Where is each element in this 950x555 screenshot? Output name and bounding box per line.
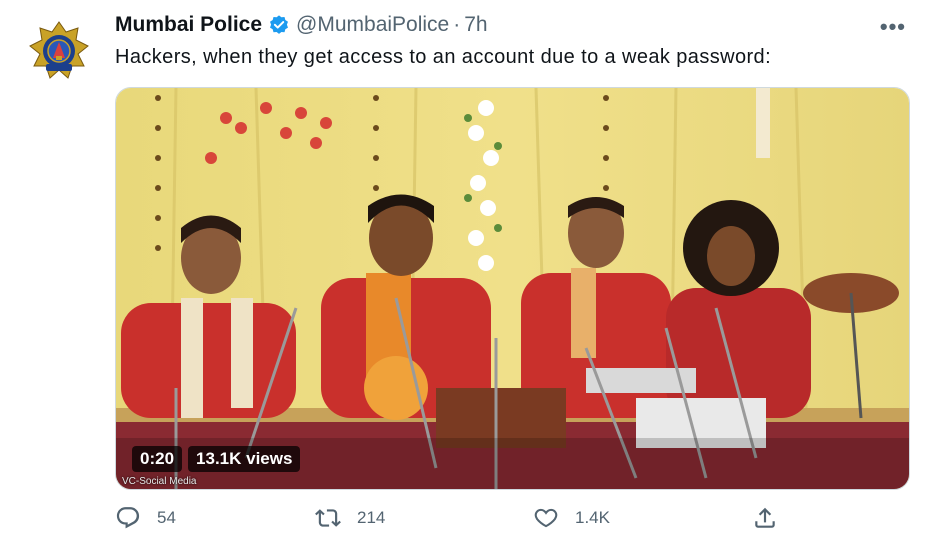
tweet-text: Hackers, when they get access to an acco… bbox=[115, 46, 772, 68]
author-name[interactable]: Mumbai Police bbox=[115, 13, 262, 37]
video-frame bbox=[116, 88, 909, 489]
retweet-icon bbox=[315, 509, 341, 527]
separator-dot: · bbox=[453, 13, 461, 36]
author-handle[interactable]: @MumbaiPolice bbox=[296, 13, 449, 37]
avatar[interactable] bbox=[24, 16, 94, 86]
tweet-header: Mumbai Police @MumbaiPolice · 7h bbox=[115, 13, 488, 37]
video-duration: 0:20 bbox=[132, 446, 183, 472]
police-emblem-icon bbox=[29, 21, 89, 79]
like-button[interactable]: 1.4K bbox=[533, 505, 610, 531]
share-icon bbox=[755, 507, 775, 528]
share-button[interactable] bbox=[752, 505, 778, 531]
retweet-button[interactable]: 214 bbox=[315, 505, 385, 531]
tweet-timestamp[interactable]: 7h bbox=[464, 13, 487, 37]
like-count: 1.4K bbox=[575, 508, 610, 527]
verified-badge-icon bbox=[270, 15, 289, 34]
video-badges: 0:20 13.1K views bbox=[132, 446, 306, 472]
heart-icon bbox=[534, 508, 558, 528]
video-views: 13.1K views bbox=[188, 446, 301, 472]
more-icon[interactable]: ••• bbox=[880, 14, 906, 40]
reply-count: 54 bbox=[157, 508, 176, 527]
reply-button[interactable]: 54 bbox=[115, 505, 176, 531]
video-player[interactable]: 0:20 13.1K views VC-Social Media bbox=[115, 87, 910, 490]
tweet: Mumbai Police @MumbaiPolice · 7h ••• Hac… bbox=[0, 0, 950, 555]
reply-icon bbox=[116, 507, 140, 529]
retweet-count: 214 bbox=[357, 508, 386, 527]
tweet-actions: 54 214 1.4K bbox=[115, 505, 795, 539]
video-watermark: VC-Social Media bbox=[122, 476, 197, 487]
